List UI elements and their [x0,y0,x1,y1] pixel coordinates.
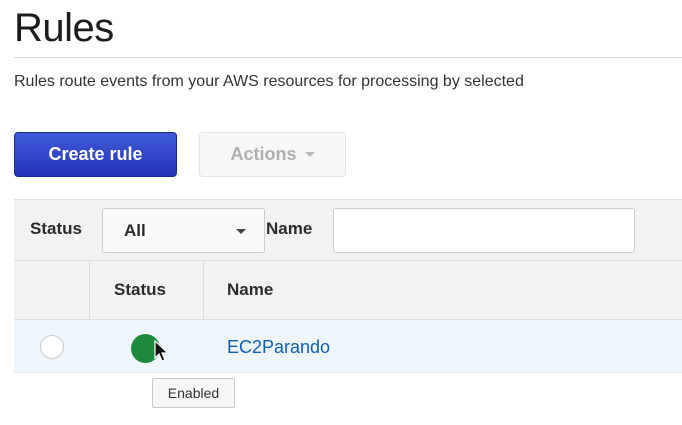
row-select-radio[interactable] [40,335,64,359]
status-filter-label: Status [30,219,82,238]
chevron-down-icon [236,229,246,234]
create-rule-button[interactable]: Create rule [14,132,177,177]
chevron-down-icon [304,152,315,157]
column-divider [203,261,204,320]
status-filter-select[interactable]: All [102,208,265,253]
name-filter-label: Name [266,219,313,238]
page-description: Rules route events from your AWS resourc… [14,73,524,90]
rules-page: Rules Rules route events from your AWS r… [0,0,682,425]
table-header: Status Name [14,260,682,320]
tooltip-text: Enabled [167,385,220,401]
status-tooltip: Enabled [152,378,235,408]
rule-name-link[interactable]: EC2Parando [227,337,330,358]
name-filter-input[interactable] [333,208,635,253]
column-header-name[interactable]: Name [227,280,273,300]
actions-label: Actions [230,144,297,164]
filter-bar: Status All Name [14,199,682,260]
create-rule-label: Create rule [48,144,143,164]
actions-dropdown-button[interactable]: Actions [199,132,346,177]
title-divider [14,57,682,58]
column-header-status[interactable]: Status [114,280,166,300]
page-title: Rules [14,6,114,50]
status-filter-value: All [124,220,146,240]
column-divider [89,261,90,320]
table-row[interactable]: EC2Parando [14,320,682,373]
mouse-cursor-icon [154,340,170,362]
